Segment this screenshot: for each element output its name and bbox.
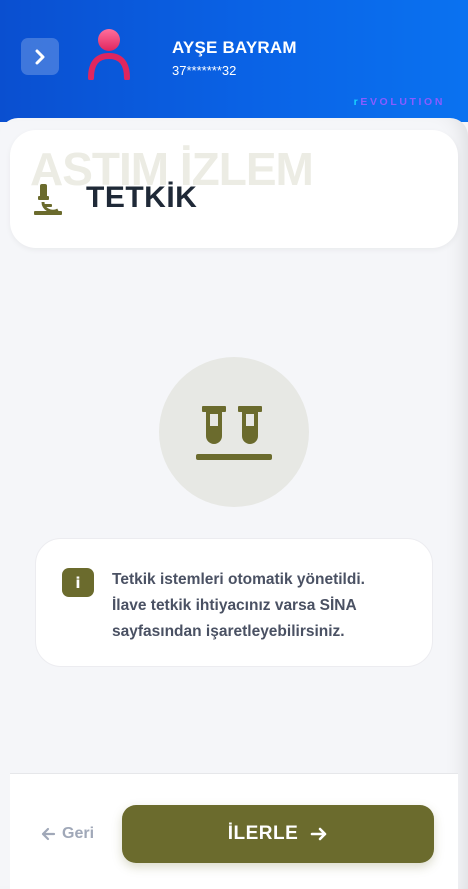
info-message: Tetkik istemleri otomatik yönetildi. İla… <box>112 567 412 645</box>
page-title: TETKİK <box>86 181 198 214</box>
expand-sidebar-button[interactable] <box>21 38 59 75</box>
back-button[interactable]: Geri <box>40 825 94 843</box>
info-line-2: İlave tetkik ihtiyacınız varsa SİNA <box>112 597 357 614</box>
next-button-label: İLERLE <box>227 823 299 844</box>
brand-logo-text: EVOLUTION <box>360 96 445 108</box>
page-title-card: ASTIM İZLEM TETKİK <box>10 130 458 248</box>
user-id-number: 37*******32 <box>172 63 237 78</box>
info-line-3: sayfasından işaretleyebilirsiniz. <box>112 623 345 640</box>
app-header: AYŞE BAYRAM 37*******32 rEVOLUTION <box>0 0 468 122</box>
arrow-left-icon <box>41 827 56 841</box>
arrow-right-icon <box>310 827 327 841</box>
microscope-icon <box>34 184 62 215</box>
back-button-label: Geri <box>62 825 95 842</box>
hero-circle <box>159 357 309 507</box>
user-avatar-icon <box>88 29 130 80</box>
info-icon: i <box>62 568 94 597</box>
info-line-1: Tetkik istemleri otomatik yönetildi. <box>112 571 365 588</box>
user-name: AYŞE BAYRAM <box>172 38 297 57</box>
brand-logo: rEVOLUTION <box>354 96 445 108</box>
next-button[interactable]: İLERLE <box>122 805 434 863</box>
chevron-right-icon <box>35 49 45 64</box>
test-tubes-icon <box>196 406 272 460</box>
info-message-card: i Tetkik istemleri otomatik yönetildi. İ… <box>35 538 433 667</box>
